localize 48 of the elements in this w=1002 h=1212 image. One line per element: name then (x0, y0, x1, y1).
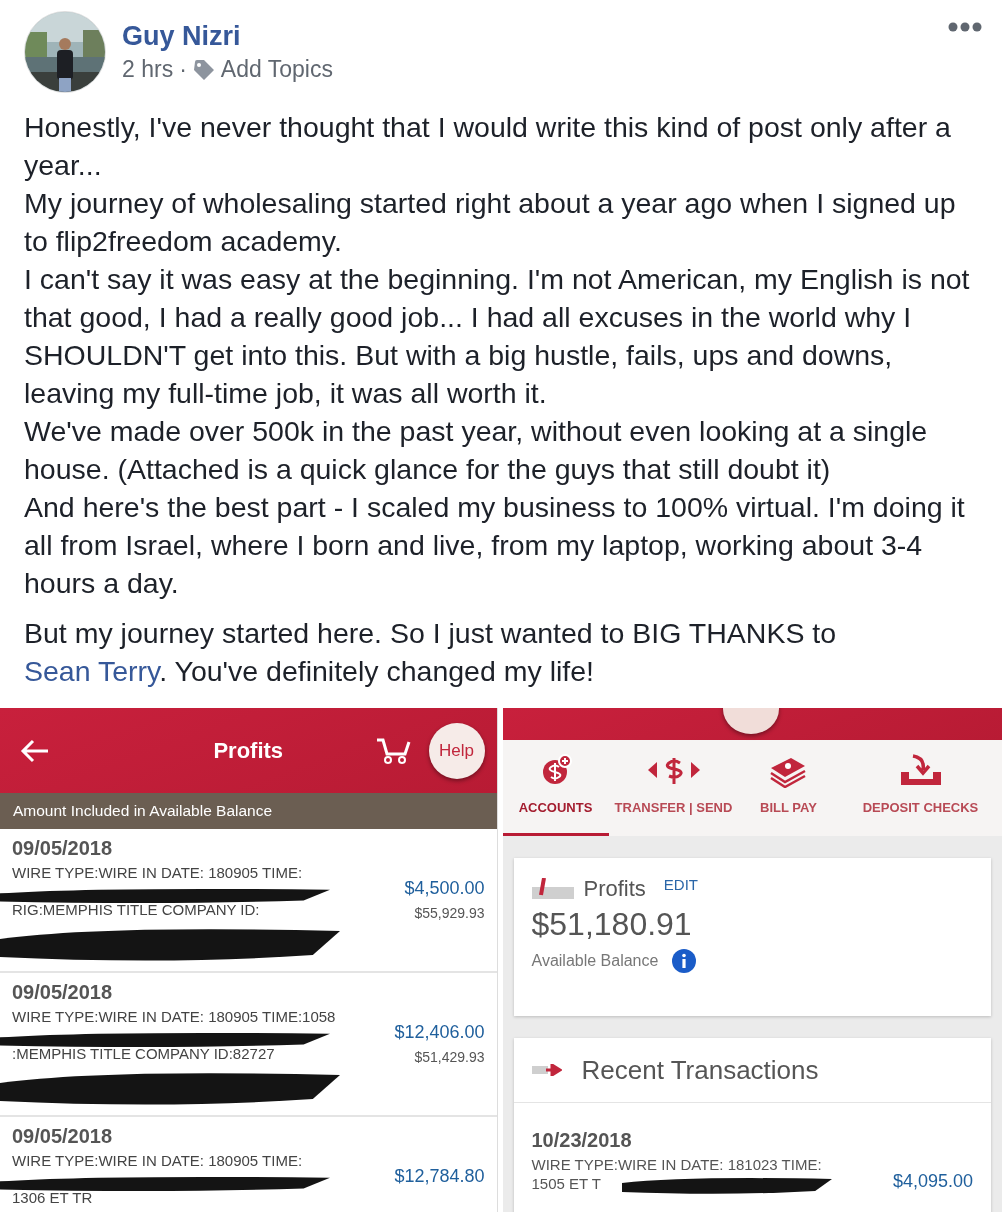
edit-link[interactable]: EDIT (663, 876, 699, 893)
transaction-amount: $12,784.80 (394, 1166, 485, 1187)
transaction-detail: WIRE TYPE:WIRE IN DATE: 180905 TIME:1058 (12, 1008, 337, 1025)
running-balance: $55,929.93 (414, 905, 485, 921)
transaction-date: 09/05/2018 (12, 1125, 113, 1148)
transaction-amount: $4,500.00 (404, 878, 485, 899)
post-paragraph: Honestly, I've never thought that I would write this kind of post only after a year... (24, 110, 952, 183)
account-name: Profits (583, 876, 646, 902)
cart-icon[interactable] (374, 736, 411, 765)
transaction-detail: WIRE TYPE:WIRE IN DATE: 181023 TIME: (531, 1156, 822, 1173)
separator: · (179, 56, 187, 83)
transaction-detail: :MEMPHIS TITLE COMPANY ID:82727 (12, 1045, 276, 1062)
balance-label: Available Balance (531, 952, 659, 970)
post-paragraph: We've made over 500k in the past year, without even looking at a single house. (Attached is a quick glance for the guys that still doubt it) (24, 414, 929, 487)
post-paragraph: My journey of wholesaling started right about a year ago when I signed up to flip2freedom academy. (24, 186, 957, 259)
running-balance: $51,429.93 (414, 1049, 485, 1065)
info-icon[interactable] (672, 949, 697, 973)
transaction-detail: RIG:MEMPHIS TITLE COMPANY ID: (12, 901, 261, 918)
transaction-detail: 1505 ET T (531, 1175, 601, 1192)
nav-tab[interactable]: TRANSFER | SEND (608, 740, 739, 836)
nav-tab[interactable]: DEPOSIT CHECKS (838, 740, 1002, 836)
transaction-detail: WIRE TYPE:WIRE IN DATE: 180905 TIME: (12, 864, 304, 881)
account-balance: $51,180.91 (531, 906, 692, 943)
post-paragraph: But my journey started here. So I just wanted to BIG THANKS to Sean Terry. You've definitely changed my life! (24, 616, 838, 689)
section-title: Recent Transactions (581, 1054, 819, 1086)
transaction-amount: $4,095.00 (892, 1171, 973, 1192)
add-topics-link[interactable]: Add Topics (220, 56, 333, 83)
card-arrow-icon (531, 1064, 562, 1076)
screen-title: Profits (213, 737, 284, 763)
post-paragraph: I can't say it was easy at the beginning. I'm not American, my English is not that good, I had a really good job... I had all excuses in the world why I SHOULDN'T get into this. But with a big hustle, fails, ups and downs, leaving my full-time job, it was all worth it. (24, 262, 971, 411)
help-button[interactable]: Help (428, 722, 485, 779)
more-options-icon[interactable] (948, 22, 982, 32)
balance-note: Amount Included in Available Balance (13, 802, 273, 820)
transaction-date: 09/05/2018 (12, 981, 113, 1004)
mention-link[interactable]: Sean Terry (24, 655, 160, 687)
post-paragraph: And here's the best part - I scaled my business to 100% virtual. I'm doing it all from Israel, where I born and live, from my laptop, working about 3-4 hours a day. (24, 490, 966, 601)
transaction-detail: WIRE TYPE:WIRE IN DATE: 180905 TIME: (12, 1152, 304, 1169)
transaction-amount: $12,406.00 (394, 1022, 485, 1043)
tag-icon (192, 58, 215, 81)
post-time[interactable]: 2 hrs (122, 56, 174, 83)
transaction-date: 09/05/2018 (12, 837, 113, 860)
transaction-detail: 1306 ET TR (12, 1189, 94, 1206)
transaction-date: 10/23/2018 (531, 1129, 632, 1151)
nav-tab[interactable]: BILL PAY (738, 740, 839, 836)
back-arrow-icon[interactable] (20, 738, 50, 763)
nav-tab[interactable]: ACCOUNTS (502, 740, 609, 836)
checkbook-icon (531, 878, 574, 900)
author-name[interactable]: Guy Nizri (122, 21, 333, 52)
